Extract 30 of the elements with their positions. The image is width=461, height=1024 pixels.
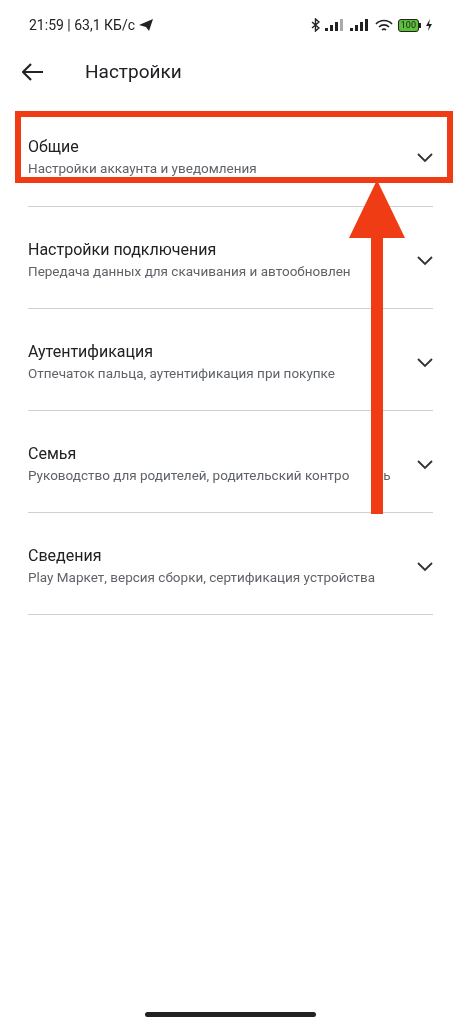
chevron-down-icon[interactable] bbox=[417, 562, 433, 572]
section-title: Общие bbox=[28, 136, 80, 158]
chevron-down-icon[interactable] bbox=[417, 153, 433, 163]
chevron-down-icon[interactable] bbox=[417, 256, 433, 266]
chevron-down-icon[interactable] bbox=[417, 460, 433, 470]
bluetooth-icon bbox=[310, 18, 320, 32]
back-arrow-icon[interactable] bbox=[22, 63, 44, 81]
section-subtitle: Передача данных для скачивания и автообновлен bbox=[28, 262, 351, 281]
settings-section[interactable]: Общие Настройки аккаунта и уведомления bbox=[28, 104, 433, 206]
settings-section[interactable]: Сведения Play Маркет, версия сборки, сертификация устройства bbox=[28, 513, 433, 614]
section-subtitle: Настройки аккаунта и уведомления bbox=[28, 159, 257, 178]
section-title: Аутентификация bbox=[28, 341, 155, 363]
status-time: 21:59 | 63,1 КБ/с bbox=[29, 15, 135, 35]
section-subtitle: Отпечаток пальца, аутентификация при покупке bbox=[28, 364, 335, 383]
wifi-icon bbox=[374, 18, 393, 32]
chevron-down-icon[interactable] bbox=[417, 358, 433, 368]
section-title: Семья bbox=[28, 443, 78, 465]
section-subtitle: Руководство для родителей, родительский контро ь bbox=[28, 466, 391, 485]
settings-section[interactable]: Семья Руководство для родителей, родительский контро ь bbox=[28, 411, 433, 512]
settings-section[interactable]: Настройки подключения Передача данных для скачивания и автообновлен bbox=[28, 207, 433, 308]
section-title: Сведения bbox=[28, 545, 103, 567]
page-title: Настройки bbox=[85, 58, 182, 85]
settings-section[interactable]: Аутентификация Отпечаток пальца, аутентификация при покупке bbox=[28, 309, 433, 410]
battery-level: 100 bbox=[400, 20, 416, 30]
charging-icon bbox=[426, 19, 432, 31]
section-subtitle: Play Маркет, версия сборки, сертификация устройства bbox=[28, 568, 376, 587]
send-icon bbox=[139, 19, 153, 31]
section-title: Настройки подключения bbox=[28, 239, 218, 261]
signal-icon bbox=[324, 19, 345, 31]
signal-icon bbox=[349, 19, 370, 31]
